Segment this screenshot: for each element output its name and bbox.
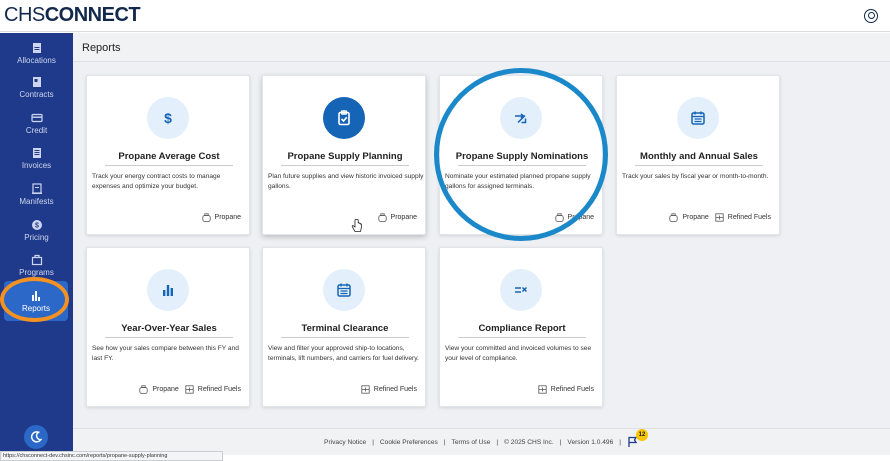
sidebar: Allocations Contracts Credit Invoices Ma… xyxy=(0,33,73,461)
propane-tank-icon xyxy=(377,213,387,222)
sidebar-item-manifests[interactable]: Manifests xyxy=(0,176,73,212)
browser-status-url: https://chsconnect-dev.chsinc.com/report… xyxy=(0,451,223,461)
sidebar-item-credit[interactable]: Credit xyxy=(0,105,73,141)
clipboard-check-icon xyxy=(323,97,365,139)
sidebar-item-label: Pricing xyxy=(24,232,49,242)
divider xyxy=(281,165,409,166)
manifests-icon xyxy=(31,182,42,194)
sidebar-item-allocations[interactable]: Allocations xyxy=(0,35,73,71)
pricing-icon: $ xyxy=(31,219,42,230)
sidebar-item-label: Invoices xyxy=(21,160,52,170)
card-title: Terminal Clearance xyxy=(301,323,389,334)
highlight-circle-nominations xyxy=(434,68,608,241)
divider xyxy=(105,165,233,166)
tag-refined-fuels: Refined Fuels xyxy=(185,385,241,394)
card-description: See how your sales compare between this … xyxy=(92,345,239,362)
privacy-notice-link[interactable]: Privacy Notice xyxy=(324,439,366,446)
dark-mode-toggle[interactable] xyxy=(24,425,48,449)
report-card-monthly-and-annual-sales[interactable]: Monthly and Annual Sales Track your sale… xyxy=(616,75,780,235)
credit-card-icon xyxy=(30,113,43,122)
notification-count-badge: 12 xyxy=(635,429,648,441)
version: Version 1.0.496 xyxy=(567,438,614,446)
contracts-icon xyxy=(32,76,41,87)
report-card-compliance-report[interactable]: Compliance Report View your committed an… xyxy=(439,247,603,407)
sidebar-item-label: Manifests xyxy=(19,196,54,206)
hand-pointer-icon xyxy=(351,219,362,232)
card-tags: Propane Refined Fuels xyxy=(663,213,771,222)
notifications-flag-button[interactable]: 12 xyxy=(627,429,648,448)
sidebar-item-label: Contracts xyxy=(19,89,54,99)
card-title: Year-Over-Year Sales xyxy=(121,323,217,334)
divider xyxy=(635,165,763,166)
equals-check-icon xyxy=(500,269,542,311)
invoices-icon xyxy=(32,147,41,158)
chs-connect-logo[interactable]: CHS CONNECT xyxy=(4,4,141,27)
propane-tank-icon xyxy=(201,213,211,222)
svg-text:$: $ xyxy=(164,110,172,126)
calendar-icon xyxy=(323,269,365,311)
cookie-preferences-link[interactable]: Cookie Preferences xyxy=(380,439,438,446)
propane-tank-icon xyxy=(669,213,678,222)
fuel-pump-icon xyxy=(361,385,370,394)
fuel-pump-icon xyxy=(715,213,724,222)
propane-tank-icon xyxy=(139,385,148,394)
report-card-propane-supply-planning[interactable]: Propane Supply Planning Plan future supp… xyxy=(262,75,426,235)
calendar-icon xyxy=(677,97,719,139)
sidebar-item-label: Credit xyxy=(25,125,48,135)
user-account-icon[interactable] xyxy=(864,9,878,23)
tag-propane: Propane xyxy=(139,385,179,394)
report-card-propane-average-cost[interactable]: $ Propane Average Cost Track your energy… xyxy=(86,75,250,235)
tag-propane: Propane xyxy=(377,213,417,222)
card-title: Monthly and Annual Sales xyxy=(640,151,758,162)
tag-refined-fuels: Refined Fuels xyxy=(538,385,594,394)
card-tags: Refined Fuels xyxy=(355,385,417,394)
bar-chart-icon xyxy=(147,269,189,311)
card-title: Propane Supply Planning xyxy=(287,151,403,162)
terms-of-use-link[interactable]: Terms of Use xyxy=(452,439,491,446)
divider xyxy=(281,337,409,338)
page-header: Reports xyxy=(73,33,890,62)
card-tags: Propane xyxy=(196,213,241,222)
card-tags: Refined Fuels xyxy=(532,385,594,394)
card-title: Propane Average Cost xyxy=(118,151,220,162)
fuel-pump-icon xyxy=(538,385,547,394)
svg-text:$: $ xyxy=(35,222,39,229)
dollar-icon: $ xyxy=(147,97,189,139)
tag-propane: Propane xyxy=(669,213,709,222)
allocations-icon xyxy=(32,42,41,53)
divider xyxy=(105,337,233,338)
report-card-terminal-clearance[interactable]: Terminal Clearance View and filter your … xyxy=(262,247,426,407)
card-tags: Propane xyxy=(372,213,417,222)
card-tags: Propane Refined Fuels xyxy=(133,385,241,394)
card-description: View your committed and invoiced volumes… xyxy=(445,345,592,362)
fuel-pump-icon xyxy=(185,385,194,394)
tag-propane: Propane xyxy=(201,213,241,222)
card-description: Track your energy contract costs to mana… xyxy=(92,173,221,190)
page-title: Reports xyxy=(82,42,121,54)
card-description: Track your sales by fiscal year or month… xyxy=(622,173,769,180)
divider xyxy=(458,337,586,338)
sidebar-item-invoices[interactable]: Invoices xyxy=(0,140,73,176)
card-title: Compliance Report xyxy=(478,323,566,334)
sidebar-item-contracts[interactable]: Contracts xyxy=(0,69,73,105)
tag-refined-fuels: Refined Fuels xyxy=(715,213,771,222)
copyright: © 2025 CHS Inc. xyxy=(504,438,554,446)
card-description: Plan future supplies and view historic i… xyxy=(268,173,424,190)
moon-icon xyxy=(30,431,43,443)
sidebar-item-label: Allocations xyxy=(17,55,56,65)
tag-refined-fuels: Refined Fuels xyxy=(361,385,417,394)
card-description: View and filter your approved ship-to lo… xyxy=(268,345,419,362)
highlight-circle-reports-nav xyxy=(0,277,69,322)
sidebar-item-pricing[interactable]: $ Pricing xyxy=(0,212,73,248)
report-card-year-over-year-sales[interactable]: Year-Over-Year Sales See how your sales … xyxy=(86,247,250,407)
sidebar-item-label: Programs xyxy=(19,267,54,277)
programs-icon xyxy=(31,254,42,265)
top-bar: CHS CONNECT xyxy=(0,0,890,32)
